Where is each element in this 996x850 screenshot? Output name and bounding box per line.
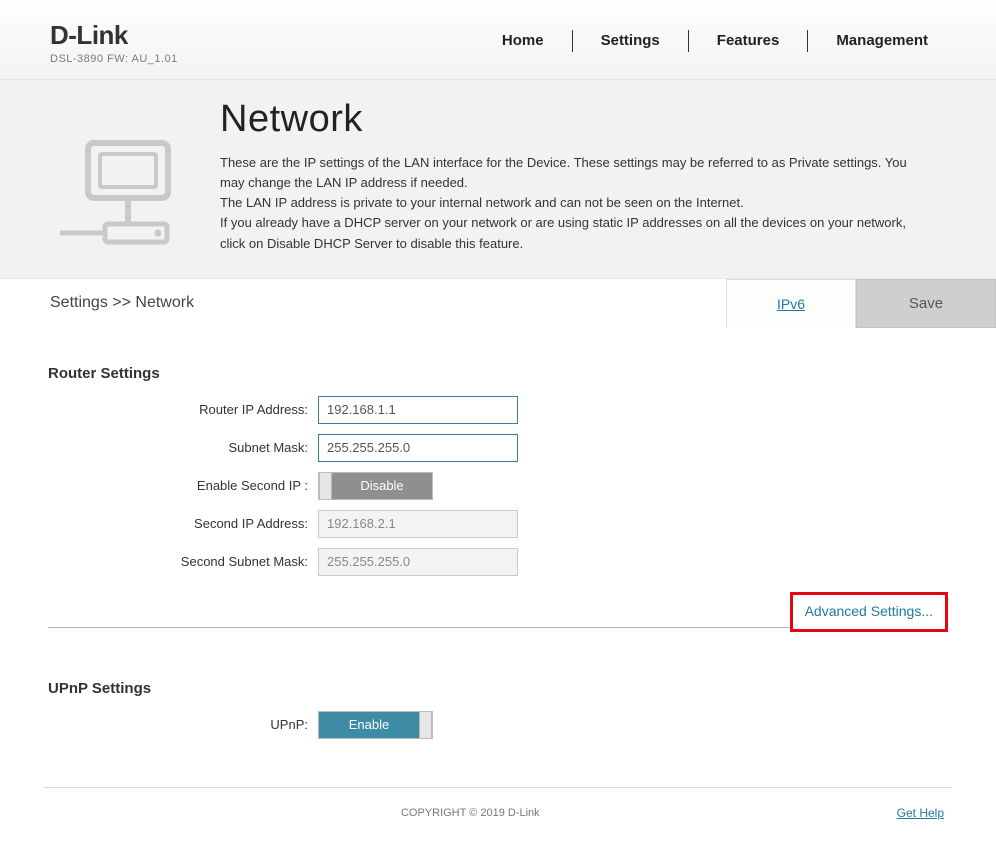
label-second-mask: Second Subnet Mask:	[48, 554, 318, 569]
nav-home[interactable]: Home	[474, 28, 572, 53]
row-enable-second-ip: Enable Second IP : Disable	[48, 472, 948, 500]
hero-text: Network These are the IP settings of the…	[220, 98, 956, 254]
toggle-state-label: Disable	[332, 473, 432, 499]
page-title: Network	[220, 98, 956, 141]
label-router-ip: Router IP Address:	[48, 402, 318, 417]
top-bar: D-Link DSL-3890 FW: AU_1.01 Home Setting…	[0, 0, 996, 80]
tab-row: Settings >> Network IPv6 Save	[0, 279, 996, 329]
toggle-handle	[419, 712, 432, 738]
brand-logo: D-Link	[50, 20, 178, 51]
row-second-mask: Second Subnet Mask:	[48, 548, 948, 576]
second-ip-input[interactable]	[318, 510, 518, 538]
copyright: COPYRIGHT © 2019 D-Link	[44, 807, 897, 819]
desc-line: These are the IP settings of the LAN int…	[220, 155, 907, 190]
nav-features[interactable]: Features	[689, 28, 808, 53]
row-upnp: UPnP: Enable	[48, 711, 948, 739]
save-button[interactable]: Save	[856, 279, 996, 328]
desc-line: The LAN IP address is private to your in…	[220, 195, 744, 210]
nav-settings[interactable]: Settings	[573, 28, 688, 53]
hero-banner: Network These are the IP settings of the…	[0, 80, 996, 279]
advanced-settings-link[interactable]: Advanced Settings...	[790, 592, 948, 632]
upnp-settings-heading: UPnP Settings	[48, 680, 948, 697]
label-second-ip: Second IP Address:	[48, 516, 318, 531]
row-router-ip: Router IP Address:	[48, 396, 948, 424]
label-upnp: UPnP:	[48, 717, 318, 732]
row-subnet-mask: Subnet Mask:	[48, 434, 948, 462]
row-second-ip: Second IP Address:	[48, 510, 948, 538]
network-icon	[50, 98, 220, 248]
breadcrumb: Settings >> Network	[0, 279, 726, 328]
brand: D-Link DSL-3890 FW: AU_1.01	[50, 20, 178, 65]
router-settings-heading: Router Settings	[48, 365, 948, 382]
label-enable-second-ip: Enable Second IP :	[48, 478, 318, 493]
enable-second-ip-toggle[interactable]: Disable	[318, 472, 433, 500]
main-nav: Home Settings Features Management	[474, 28, 956, 53]
advanced-row: Advanced Settings...	[48, 594, 948, 628]
page-description: These are the IP settings of the LAN int…	[220, 153, 920, 254]
subnet-mask-input[interactable]	[318, 434, 518, 462]
get-help-link[interactable]: Get Help	[897, 806, 944, 820]
router-ip-input[interactable]	[318, 396, 518, 424]
upnp-toggle[interactable]: Enable	[318, 711, 433, 739]
label-subnet-mask: Subnet Mask:	[48, 440, 318, 455]
brand-model: DSL-3890 FW: AU_1.01	[50, 53, 178, 65]
nav-management[interactable]: Management	[808, 28, 956, 53]
desc-line: If you already have a DHCP server on you…	[220, 215, 906, 250]
footer: COPYRIGHT © 2019 D-Link Get Help	[44, 787, 952, 850]
toggle-state-label: Enable	[319, 712, 419, 738]
toggle-handle	[319, 473, 332, 499]
content: Router Settings Router IP Address: Subne…	[0, 329, 996, 759]
tab-ipv6[interactable]: IPv6	[726, 279, 856, 328]
second-mask-input[interactable]	[318, 548, 518, 576]
